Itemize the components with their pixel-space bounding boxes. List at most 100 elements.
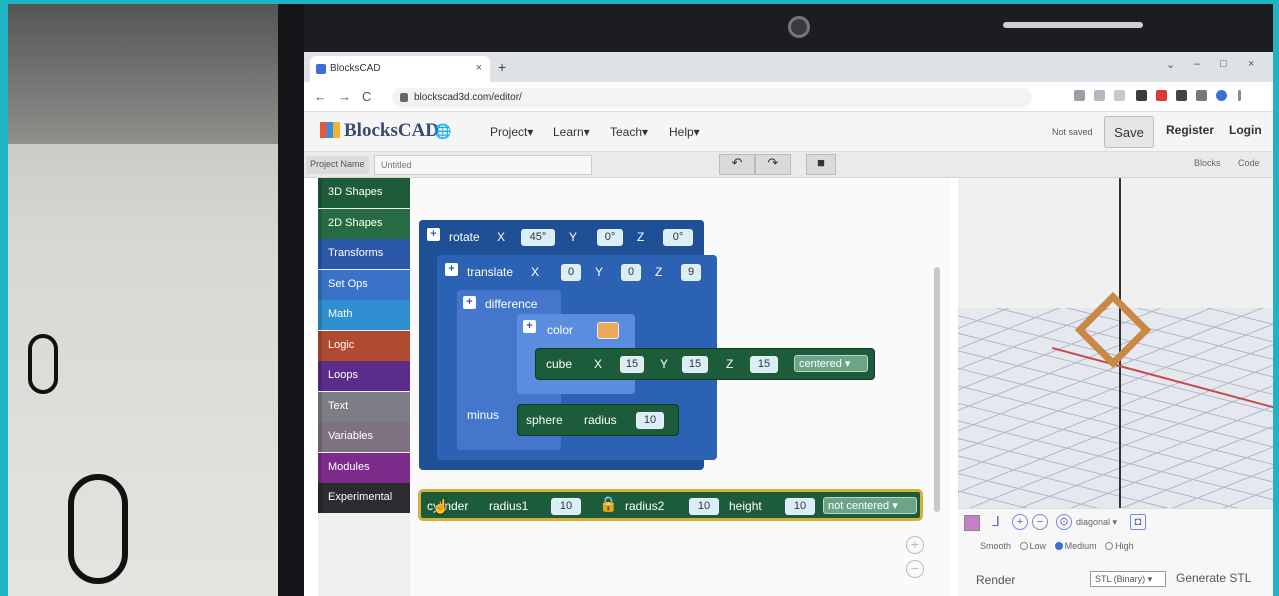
rotate-z-field[interactable]: 0° (663, 229, 693, 246)
profile-avatar-icon[interactable] (1216, 90, 1227, 101)
cube-y-field[interactable]: 15 (682, 356, 708, 373)
category-loops[interactable]: Loops (318, 361, 410, 391)
smooth-high-radio[interactable] (1105, 542, 1114, 550)
login-link[interactable]: Login (1229, 123, 1262, 137)
maximize-button[interactable]: □ (1220, 58, 1227, 70)
language-globe-icon[interactable]: 🌐 (434, 123, 451, 140)
tab-search-icon[interactable]: ⌄ (1166, 58, 1175, 71)
menu-teach[interactable]: Teach▾ (610, 125, 648, 139)
smooth-low-radio[interactable] (1019, 542, 1028, 550)
mutator-plus-icon[interactable]: + (523, 320, 536, 333)
category-modules[interactable]: Modules (318, 452, 410, 483)
cylinder-center-dropdown[interactable]: not centered ▾ (823, 497, 917, 514)
reload-icon[interactable]: C (362, 89, 371, 104)
smooth-medium-label: Medium (1064, 541, 1097, 551)
sidebar-icon[interactable] (1196, 90, 1207, 101)
menu-learn[interactable]: Learn▾ (553, 125, 590, 139)
cube-z-label: Z (726, 357, 734, 371)
close-window-button[interactable]: × (1248, 58, 1254, 70)
mutator-plus-icon[interactable]: + (445, 263, 458, 276)
cube-center-dropdown[interactable]: centered ▾ (794, 355, 868, 372)
category-text[interactable]: Text (318, 391, 410, 422)
cube-z-field[interactable]: 15 (750, 356, 778, 373)
mutator-plus-icon[interactable]: + (427, 228, 440, 241)
reset-view-icon[interactable]: ⊙ (1056, 514, 1072, 530)
render-button[interactable]: Render (976, 573, 1015, 587)
cylinder-block[interactable]: cylinder radius1 10 🔒 radius2 10 height … (418, 489, 923, 521)
zoom-out-icon[interactable]: − (906, 560, 924, 578)
cylinder-radius2-label: radius2 (625, 499, 665, 513)
delete-button[interactable]: ■ (806, 154, 836, 175)
browser-tabbar: BlocksCAD × + ⌄ – □ × (304, 52, 1273, 82)
project-name-label: Project Name (306, 156, 369, 174)
category-transforms[interactable]: Transforms (318, 239, 410, 269)
category-experimental[interactable]: Experimental (318, 483, 410, 513)
zoom-in-icon[interactable]: + (906, 536, 924, 554)
smooth-medium-radio[interactable] (1054, 542, 1063, 550)
back-icon[interactable]: ← (314, 89, 327, 104)
app-header: BlocksCAD 🌐 Project▾ Learn▾ Teach▾ Help▾… (304, 112, 1273, 152)
color-swatch-field[interactable] (597, 322, 619, 339)
extension-icon[interactable] (1136, 90, 1147, 101)
category-logic[interactable]: Logic (318, 330, 410, 361)
cylinder-height-field[interactable]: 10 (785, 498, 815, 515)
minimize-button[interactable]: – (1194, 58, 1200, 70)
rotate-y-field[interactable]: 0° (597, 229, 623, 246)
generate-stl-button[interactable]: Generate STL (1176, 571, 1251, 585)
stl-format-select[interactable]: STL (Binary) ▾ (1090, 571, 1166, 587)
rotate-z-label: Z (637, 230, 645, 244)
google-icon[interactable] (1074, 90, 1085, 101)
menu-help[interactable]: Help▾ (669, 125, 700, 139)
extension-badge-icon[interactable] (1156, 90, 1167, 101)
translate-y-field[interactable]: 0 (621, 264, 641, 281)
register-link[interactable]: Register (1166, 123, 1214, 137)
webcam (788, 16, 810, 38)
zoom-out-icon[interactable]: − (1032, 514, 1048, 530)
zoom-in-icon[interactable]: + (1012, 514, 1028, 530)
category-set-ops[interactable]: Set Ops (318, 269, 410, 300)
tab-blocks[interactable]: Blocks (1194, 158, 1221, 168)
category-3d-shapes[interactable]: 3D Shapes (318, 178, 410, 208)
address-bar[interactable]: blockscad3d.com/editor/ (392, 88, 1032, 108)
browser-tab[interactable]: BlocksCAD × (310, 56, 490, 82)
lock-icon[interactable]: 🔒 (599, 495, 618, 513)
tab-code[interactable]: Code (1238, 158, 1260, 168)
share-icon[interactable] (1094, 90, 1105, 101)
more-menu-icon[interactable] (1238, 90, 1241, 101)
forward-icon[interactable]: → (338, 89, 351, 104)
new-tab-button[interactable]: + (498, 59, 506, 75)
translate-label: translate (467, 265, 514, 279)
view-angle-select[interactable]: diagonal ▾ (1076, 517, 1117, 528)
sphere-radius-field[interactable]: 10 (636, 412, 664, 429)
workspace-scrollbar[interactable] (934, 267, 940, 512)
translate-z-field[interactable]: 9 (681, 264, 701, 281)
cylinder-radius1-field[interactable]: 10 (551, 498, 581, 515)
difference-label: difference (485, 297, 538, 311)
app-logo[interactable]: BlocksCAD (320, 120, 439, 142)
save-button[interactable]: Save (1104, 116, 1154, 148)
cube-block[interactable]: cube X 15 Y 15 Z 15 centered ▾ (535, 348, 875, 380)
category-math[interactable]: Math (318, 300, 410, 330)
translate-z-label: Z (655, 265, 663, 279)
star-icon[interactable] (1114, 90, 1125, 101)
cylinder-radius2-field[interactable]: 10 (689, 498, 719, 515)
axes-icon[interactable]: ⅃ (988, 514, 1004, 530)
puzzle-icon[interactable] (1176, 90, 1187, 101)
mutator-plus-icon[interactable]: + (463, 296, 476, 309)
trash-icon: ■ (817, 155, 825, 170)
category-variables[interactable]: Variables (318, 422, 410, 452)
project-name-input[interactable]: Untitled (374, 155, 592, 175)
undo-button[interactable]: ↶ (719, 154, 755, 175)
cube-x-field[interactable]: 15 (620, 356, 644, 373)
translate-x-field[interactable]: 0 (561, 264, 581, 281)
rotate-x-field[interactable]: 45° (521, 229, 555, 246)
close-tab-icon[interactable]: × (476, 62, 482, 74)
redo-button[interactable]: ↷ (755, 154, 791, 175)
camera-icon[interactable]: ◘ (1130, 514, 1146, 530)
category-2d-shapes[interactable]: 2D Shapes (318, 208, 410, 239)
object-color-swatch[interactable] (964, 515, 980, 531)
sphere-block[interactable]: sphere radius 10 (517, 404, 679, 436)
menu-project[interactable]: Project▾ (490, 125, 533, 139)
cylinder-height-label: height (729, 499, 762, 513)
desk-shadow (8, 4, 278, 144)
